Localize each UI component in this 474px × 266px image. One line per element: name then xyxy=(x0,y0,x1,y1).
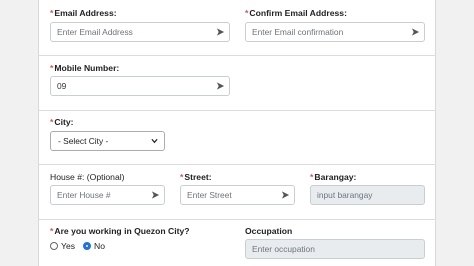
street-label: *Street: xyxy=(180,172,212,182)
radio-no[interactable] xyxy=(83,242,92,250)
city-label: *City: xyxy=(50,117,74,127)
radio-no-label[interactable]: No xyxy=(94,241,105,251)
paper-plane-icon xyxy=(281,191,290,199)
paper-plane-icon xyxy=(151,191,160,199)
paper-plane-icon xyxy=(411,28,420,36)
section-divider xyxy=(38,164,436,165)
email-input[interactable]: Enter Email Address xyxy=(50,22,230,42)
section-divider xyxy=(38,55,436,56)
confirm-email-input[interactable]: Enter Email confirmation xyxy=(245,22,425,42)
section-divider xyxy=(38,219,436,220)
occupation-label: Occupation xyxy=(245,226,293,236)
paper-plane-icon xyxy=(216,28,225,36)
working-in-qc-label: *Are you working in Quezon City? xyxy=(50,226,190,236)
city-select[interactable]: - Select City - xyxy=(50,131,165,151)
section-divider xyxy=(38,110,436,111)
confirm-email-label: *Confirm Email Address: xyxy=(245,8,347,18)
chevron-down-icon xyxy=(151,138,158,144)
house-number-input[interactable]: Enter House # xyxy=(50,185,165,205)
barangay-input[interactable]: input barangay xyxy=(310,185,425,205)
radio-yes[interactable] xyxy=(50,242,58,250)
barangay-label: *Barangay: xyxy=(310,172,357,182)
mobile-number-input[interactable]: 09 xyxy=(50,76,230,96)
working-in-qc-options: Yes No xyxy=(50,241,105,251)
house-label: House #: (Optional) xyxy=(50,172,125,182)
radio-yes-label[interactable]: Yes xyxy=(61,241,75,251)
paper-plane-icon xyxy=(216,82,225,90)
email-label: *Email Address: xyxy=(50,8,117,18)
occupation-input[interactable]: Enter occupation xyxy=(245,239,425,259)
street-input[interactable]: Enter Street xyxy=(180,185,295,205)
mobile-label: *Mobile Number: xyxy=(50,63,120,73)
